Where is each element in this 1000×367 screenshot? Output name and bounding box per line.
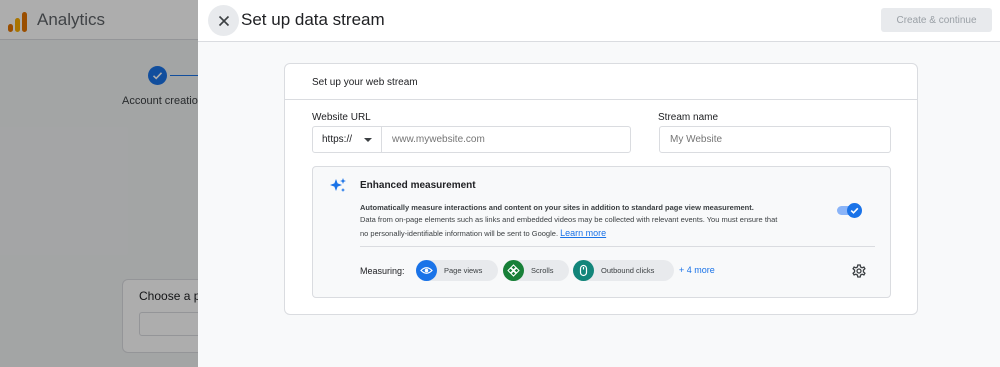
crosshair-icon (503, 260, 524, 281)
panel-header: Set up data stream Create & continue (198, 0, 1000, 42)
mouse-icon (573, 260, 594, 281)
enhanced-measurement-detail: Data from on-page elements such as links… (360, 215, 778, 224)
enhanced-measurement-description: Automatically measure interactions and c… (360, 203, 754, 212)
close-button[interactable] (208, 5, 239, 36)
stream-name-input[interactable] (659, 126, 891, 153)
chip-outbound-clicks[interactable]: Outbound clicks (573, 260, 674, 281)
enhanced-measurement-title: Enhanced measurement (360, 180, 476, 191)
eye-icon (416, 260, 437, 281)
enhanced-measurement-section: Enhanced measurement Automatically measu… (312, 166, 891, 298)
divider (360, 246, 875, 247)
learn-more-link[interactable]: Learn more (560, 228, 606, 238)
web-stream-card: Set up your web stream Website URL Strea… (284, 63, 918, 315)
website-url-input[interactable] (381, 126, 631, 153)
gear-icon[interactable] (851, 263, 867, 279)
enhanced-measurement-toggle[interactable] (837, 203, 862, 218)
protocol-value: https:// (322, 134, 353, 145)
toggle-knob (847, 203, 862, 218)
chip-label: Scrolls (531, 266, 554, 275)
chip-scrolls[interactable]: Scrolls (503, 260, 569, 281)
card-header: Set up your web stream (285, 64, 917, 100)
create-continue-button[interactable]: Create & continue (881, 8, 992, 32)
panel-title: Set up data stream (241, 10, 385, 29)
sparkle-icon (330, 178, 346, 192)
more-events-link[interactable]: + 4 more (679, 265, 715, 275)
close-icon (218, 15, 229, 26)
chevron-down-icon (364, 138, 372, 142)
pii-notice: no personally-identifiable information w… (360, 229, 559, 238)
chip-label: Outbound clicks (601, 266, 655, 275)
stream-name-label: Stream name (658, 112, 719, 123)
chip-page-views[interactable]: Page views (416, 260, 498, 281)
website-url-label: Website URL (312, 112, 371, 123)
data-stream-panel: Set up data stream Create & continue Set… (198, 0, 1000, 367)
measuring-label: Measuring: (360, 266, 405, 276)
check-icon (850, 207, 859, 214)
card-header-title: Set up your web stream (312, 77, 418, 88)
protocol-select[interactable]: https:// (312, 126, 382, 153)
chip-label: Page views (444, 266, 483, 275)
enhanced-measurement-detail-2: no personally-identifiable information w… (360, 228, 606, 238)
